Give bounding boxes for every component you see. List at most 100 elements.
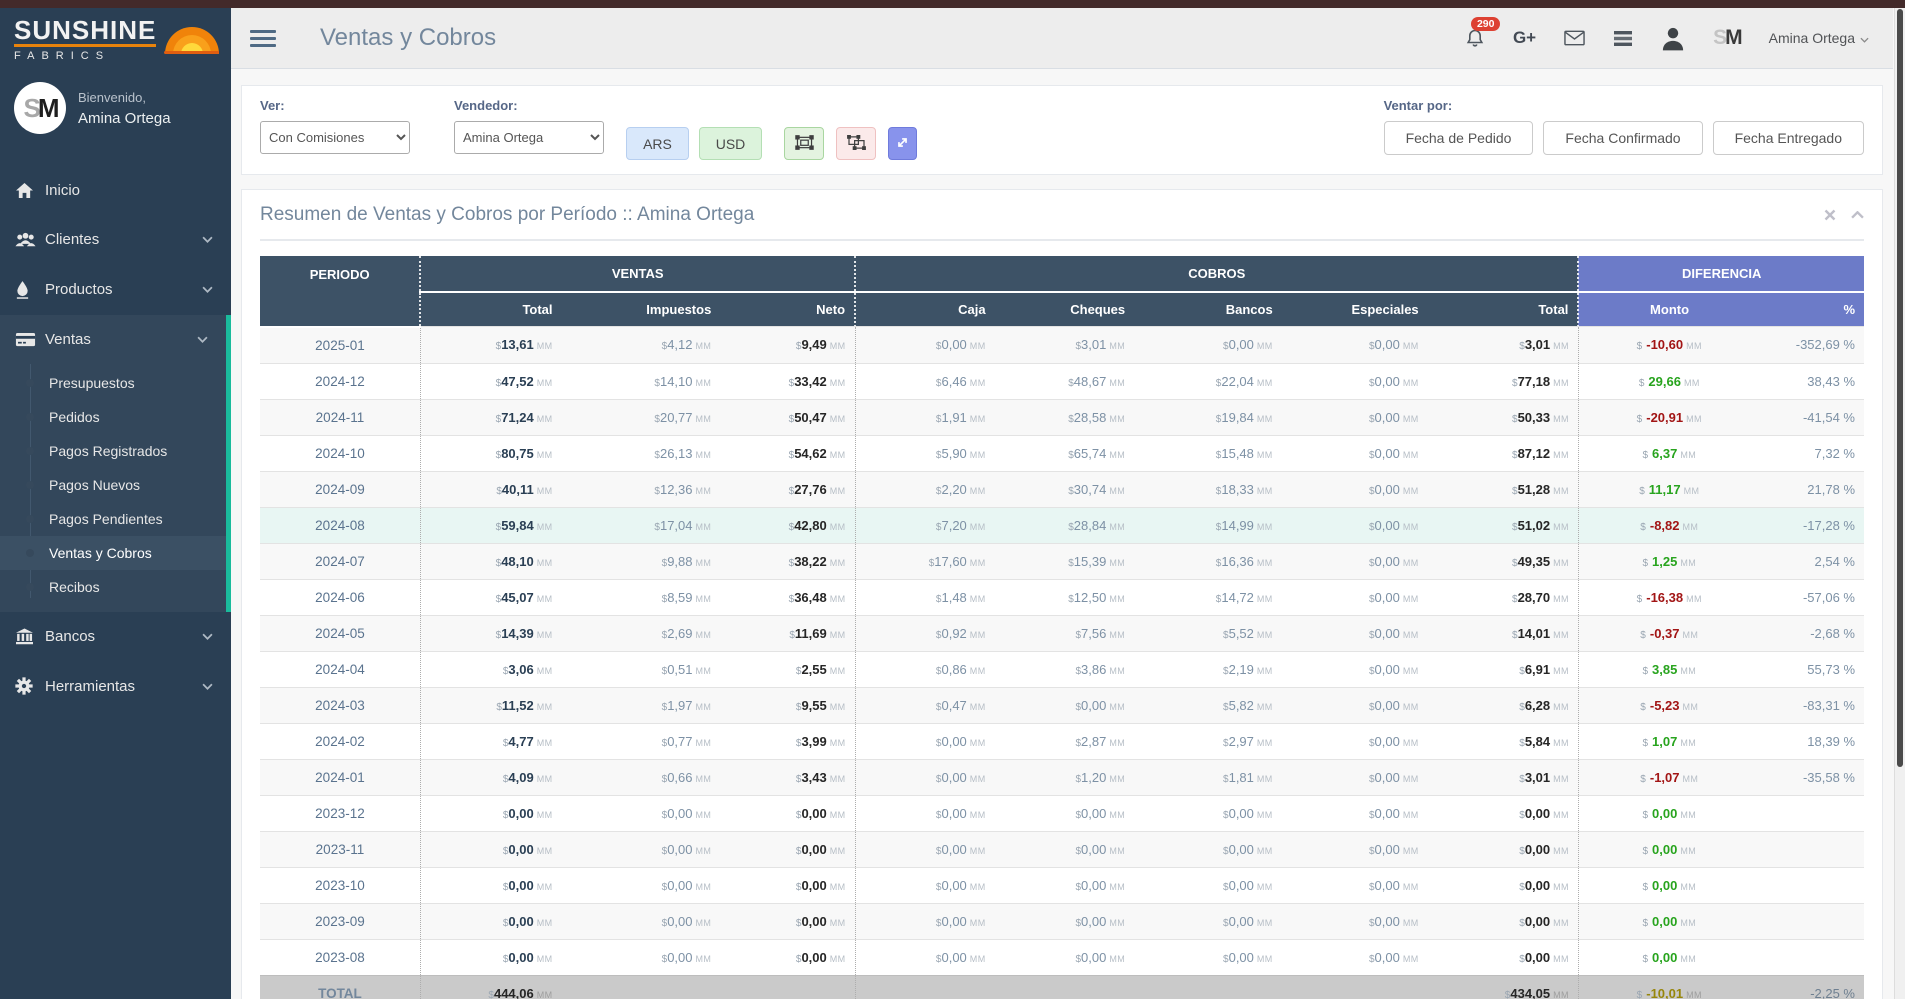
unit-suffix: MM	[829, 917, 846, 928]
unit-suffix: MM	[1109, 845, 1126, 856]
cell-ventas-2: $42,80 MM	[720, 506, 856, 543]
cell-ventas-2: $3,43 MM	[720, 758, 856, 795]
unit-suffix: MM	[536, 845, 553, 856]
money-value: 0,00	[941, 769, 967, 785]
money-value: 0,00	[1524, 949, 1551, 965]
money-value: 19,84	[1221, 409, 1254, 425]
cell-ventas-2: $33,42 MM	[720, 362, 856, 399]
money-value: 0,00	[1228, 949, 1254, 965]
unit-suffix: MM	[1682, 521, 1699, 532]
cell-cobros-3: $0,00 MM	[1281, 902, 1428, 939]
object-ungroup-icon	[846, 134, 866, 153]
ungroup-button[interactable]	[836, 127, 876, 160]
cell-ventas-1: $0,00 MM	[561, 866, 721, 903]
unit-suffix: MM	[969, 629, 986, 640]
total-pct: -2,25 %	[1759, 974, 1864, 999]
money-value: 0,00	[1081, 913, 1107, 929]
cell-ventas-1: $12,36 MM	[561, 470, 721, 507]
expand-button[interactable]	[888, 127, 917, 160]
brand-logo[interactable]: SUNSHINE FABRICS	[0, 8, 231, 68]
sidebar-item-pagos-nuevos[interactable]: Pagos Nuevos	[0, 468, 226, 502]
vendedor-select[interactable]: Amina Ortega	[454, 121, 604, 154]
unit-suffix: MM	[536, 341, 553, 352]
unit-suffix: MM	[829, 521, 846, 532]
unit-suffix: MM	[1402, 665, 1419, 676]
sidebar-item-productos[interactable]: Productos	[0, 264, 231, 315]
currency-symbol: $	[1642, 557, 1649, 569]
unit-suffix: MM	[1686, 341, 1702, 352]
sidebar: SUNSHINE FABRICS SM Bienvenido, Amina Or…	[0, 8, 231, 999]
cell-cobros-1: $15,39 MM	[994, 542, 1135, 579]
sidebar-item-ventas-y-cobros[interactable]: Ventas y Cobros	[0, 536, 226, 570]
group-button[interactable]	[784, 127, 824, 160]
table-row: 2024-10 $80,75 MM $26,13 MM $54,62 MM $5,90 MM $6…	[260, 434, 1864, 471]
cell-ventas-0: $40,11 MM	[419, 470, 562, 507]
scrollbar-thumb[interactable]	[1897, 9, 1903, 767]
fecha-de-pedido-button[interactable]: Fecha de Pedido	[1383, 121, 1534, 155]
sidebar-item-pedidos[interactable]: Pedidos	[0, 400, 226, 434]
sidebar-item-herramientas[interactable]: Herramientas	[0, 661, 231, 711]
cell-ventas-1: $2,69 MM	[561, 614, 721, 651]
google-plus-icon[interactable]: G+	[1513, 28, 1536, 48]
money-value: 36,48	[794, 589, 827, 605]
sidebar-item-clientes[interactable]: Clientes	[0, 215, 231, 264]
sidebar-item-recibos[interactable]: Recibos	[0, 570, 226, 604]
sidebar-item-pagos-registrados[interactable]: Pagos Registrados	[0, 434, 226, 468]
mail-icon[interactable]	[1564, 30, 1585, 46]
money-value: 1,81	[1228, 769, 1254, 785]
sidebar-item-pagos-pendientes[interactable]: Pagos Pendientes	[0, 502, 226, 536]
unit-suffix: MM	[1402, 341, 1419, 352]
money-value: 0,77	[667, 733, 693, 749]
money-value: 77,18	[1517, 373, 1551, 389]
cell-ventas-2: $3,99 MM	[720, 722, 856, 759]
menu-toggle-icon[interactable]	[250, 26, 276, 51]
header-bancos: Bancos	[1134, 292, 1282, 327]
collapse-panel-icon[interactable]	[1851, 211, 1864, 219]
sidebar-item-bancos[interactable]: Bancos	[0, 612, 231, 661]
ars-currency-button[interactable]: ARS	[626, 127, 689, 160]
close-panel-icon[interactable]	[1824, 209, 1836, 221]
unit-suffix: MM	[969, 413, 986, 424]
sidebar-item-inicio[interactable]: Inicio	[0, 166, 231, 215]
list-icon[interactable]	[1613, 30, 1633, 47]
cell-ventas-0: $4,77 MM	[419, 722, 562, 759]
money-value: 59,84	[501, 517, 534, 533]
unit-suffix: MM	[695, 557, 712, 568]
cell-ventas-2: $0,00 MM	[720, 866, 856, 903]
sidebar-item-presupuestos[interactable]: Presupuestos	[0, 366, 226, 400]
unit-suffix: MM	[1109, 593, 1126, 604]
ver-select[interactable]: Con Comisiones	[260, 121, 410, 154]
money-value: 3,85	[1652, 661, 1678, 677]
unit-suffix: MM	[1680, 809, 1697, 820]
brand-name: SUNSHINE	[14, 14, 157, 47]
cell-cobros-0: $5,90 MM	[854, 434, 995, 471]
unit-suffix: MM	[1256, 881, 1273, 892]
money-value: 50,33	[1517, 409, 1551, 425]
money-value: 42,80	[794, 517, 827, 533]
unit-suffix: MM	[969, 917, 986, 928]
money-value: 0,00	[941, 913, 967, 929]
cell-periodo: 2025-01	[260, 326, 421, 363]
fecha-confirmado-button[interactable]: Fecha Confirmado	[1543, 121, 1703, 155]
cell-cobros-4: $77,18 MM	[1427, 362, 1579, 399]
sidebar-item-ventas[interactable]: Ventas	[0, 315, 226, 364]
sidebar-menu: Inicio Clientes Productos Ventas Presupu…	[0, 166, 231, 711]
cell-cobros-2: $0,00 MM	[1134, 794, 1282, 831]
chevron-down-icon	[202, 683, 213, 690]
header-group-diferencia: DIFERENCIA	[1577, 256, 1864, 293]
table-row: 2023-08 $0,00 MM $0,00 MM $0,00 MM $0,00 MM $0,00…	[260, 938, 1864, 975]
user-silhouette-icon[interactable]	[1661, 26, 1685, 51]
fecha-entregado-button[interactable]: Fecha Entregado	[1712, 121, 1864, 155]
notifications-bell-icon[interactable]: 290	[1465, 16, 1501, 49]
money-value: 18,33	[1221, 481, 1254, 497]
header-group-cobros: COBROS	[854, 256, 1579, 293]
panel-title: Resumen de Ventas y Cobros por Período :…	[260, 204, 755, 225]
unit-suffix: MM	[1402, 845, 1419, 856]
cell-pct: -83,31 %	[1759, 686, 1864, 723]
user-menu[interactable]: Amina Ortega	[1769, 30, 1869, 46]
unit-suffix: MM	[829, 377, 846, 388]
unit-suffix: MM	[1256, 665, 1273, 676]
cell-monto: $0,00 MM	[1577, 794, 1760, 831]
usd-currency-button[interactable]: USD	[699, 127, 762, 160]
cell-cobros-1: $48,67 MM	[994, 362, 1135, 399]
